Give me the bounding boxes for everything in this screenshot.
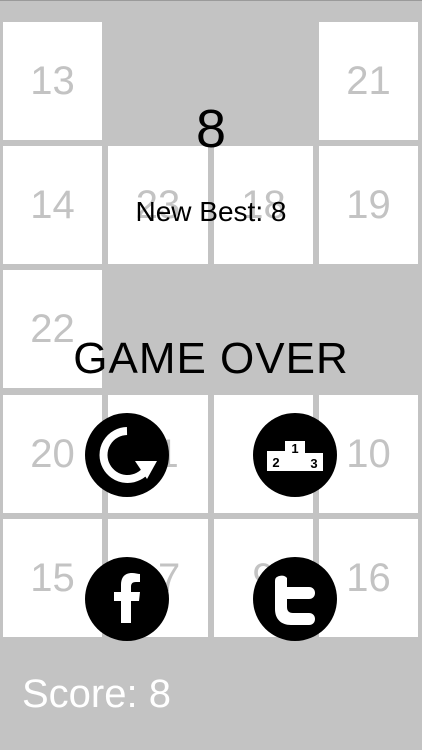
facebook-share-button[interactable] (85, 557, 169, 641)
facebook-icon (114, 573, 140, 623)
game-over-overlay: 8 New Best: 8 GAME OVER 1 2 3 (0, 0, 422, 644)
leaderboard-button[interactable]: 1 2 3 (253, 413, 337, 497)
game-over-title: GAME OVER (73, 334, 349, 383)
twitter-icon (275, 575, 315, 625)
podium-icon: 1 2 3 (267, 441, 323, 471)
final-score: 8 (195, 99, 227, 159)
svg-text:2: 2 (272, 455, 279, 470)
new-best-label: New Best: 8 (135, 196, 287, 227)
restart-button[interactable] (85, 413, 169, 497)
svg-text:3: 3 (310, 456, 317, 471)
twitter-share-button[interactable] (253, 557, 337, 641)
svg-text:1: 1 (291, 441, 298, 456)
restart-icon (99, 427, 157, 483)
score-label: Score: 8 (22, 672, 171, 716)
